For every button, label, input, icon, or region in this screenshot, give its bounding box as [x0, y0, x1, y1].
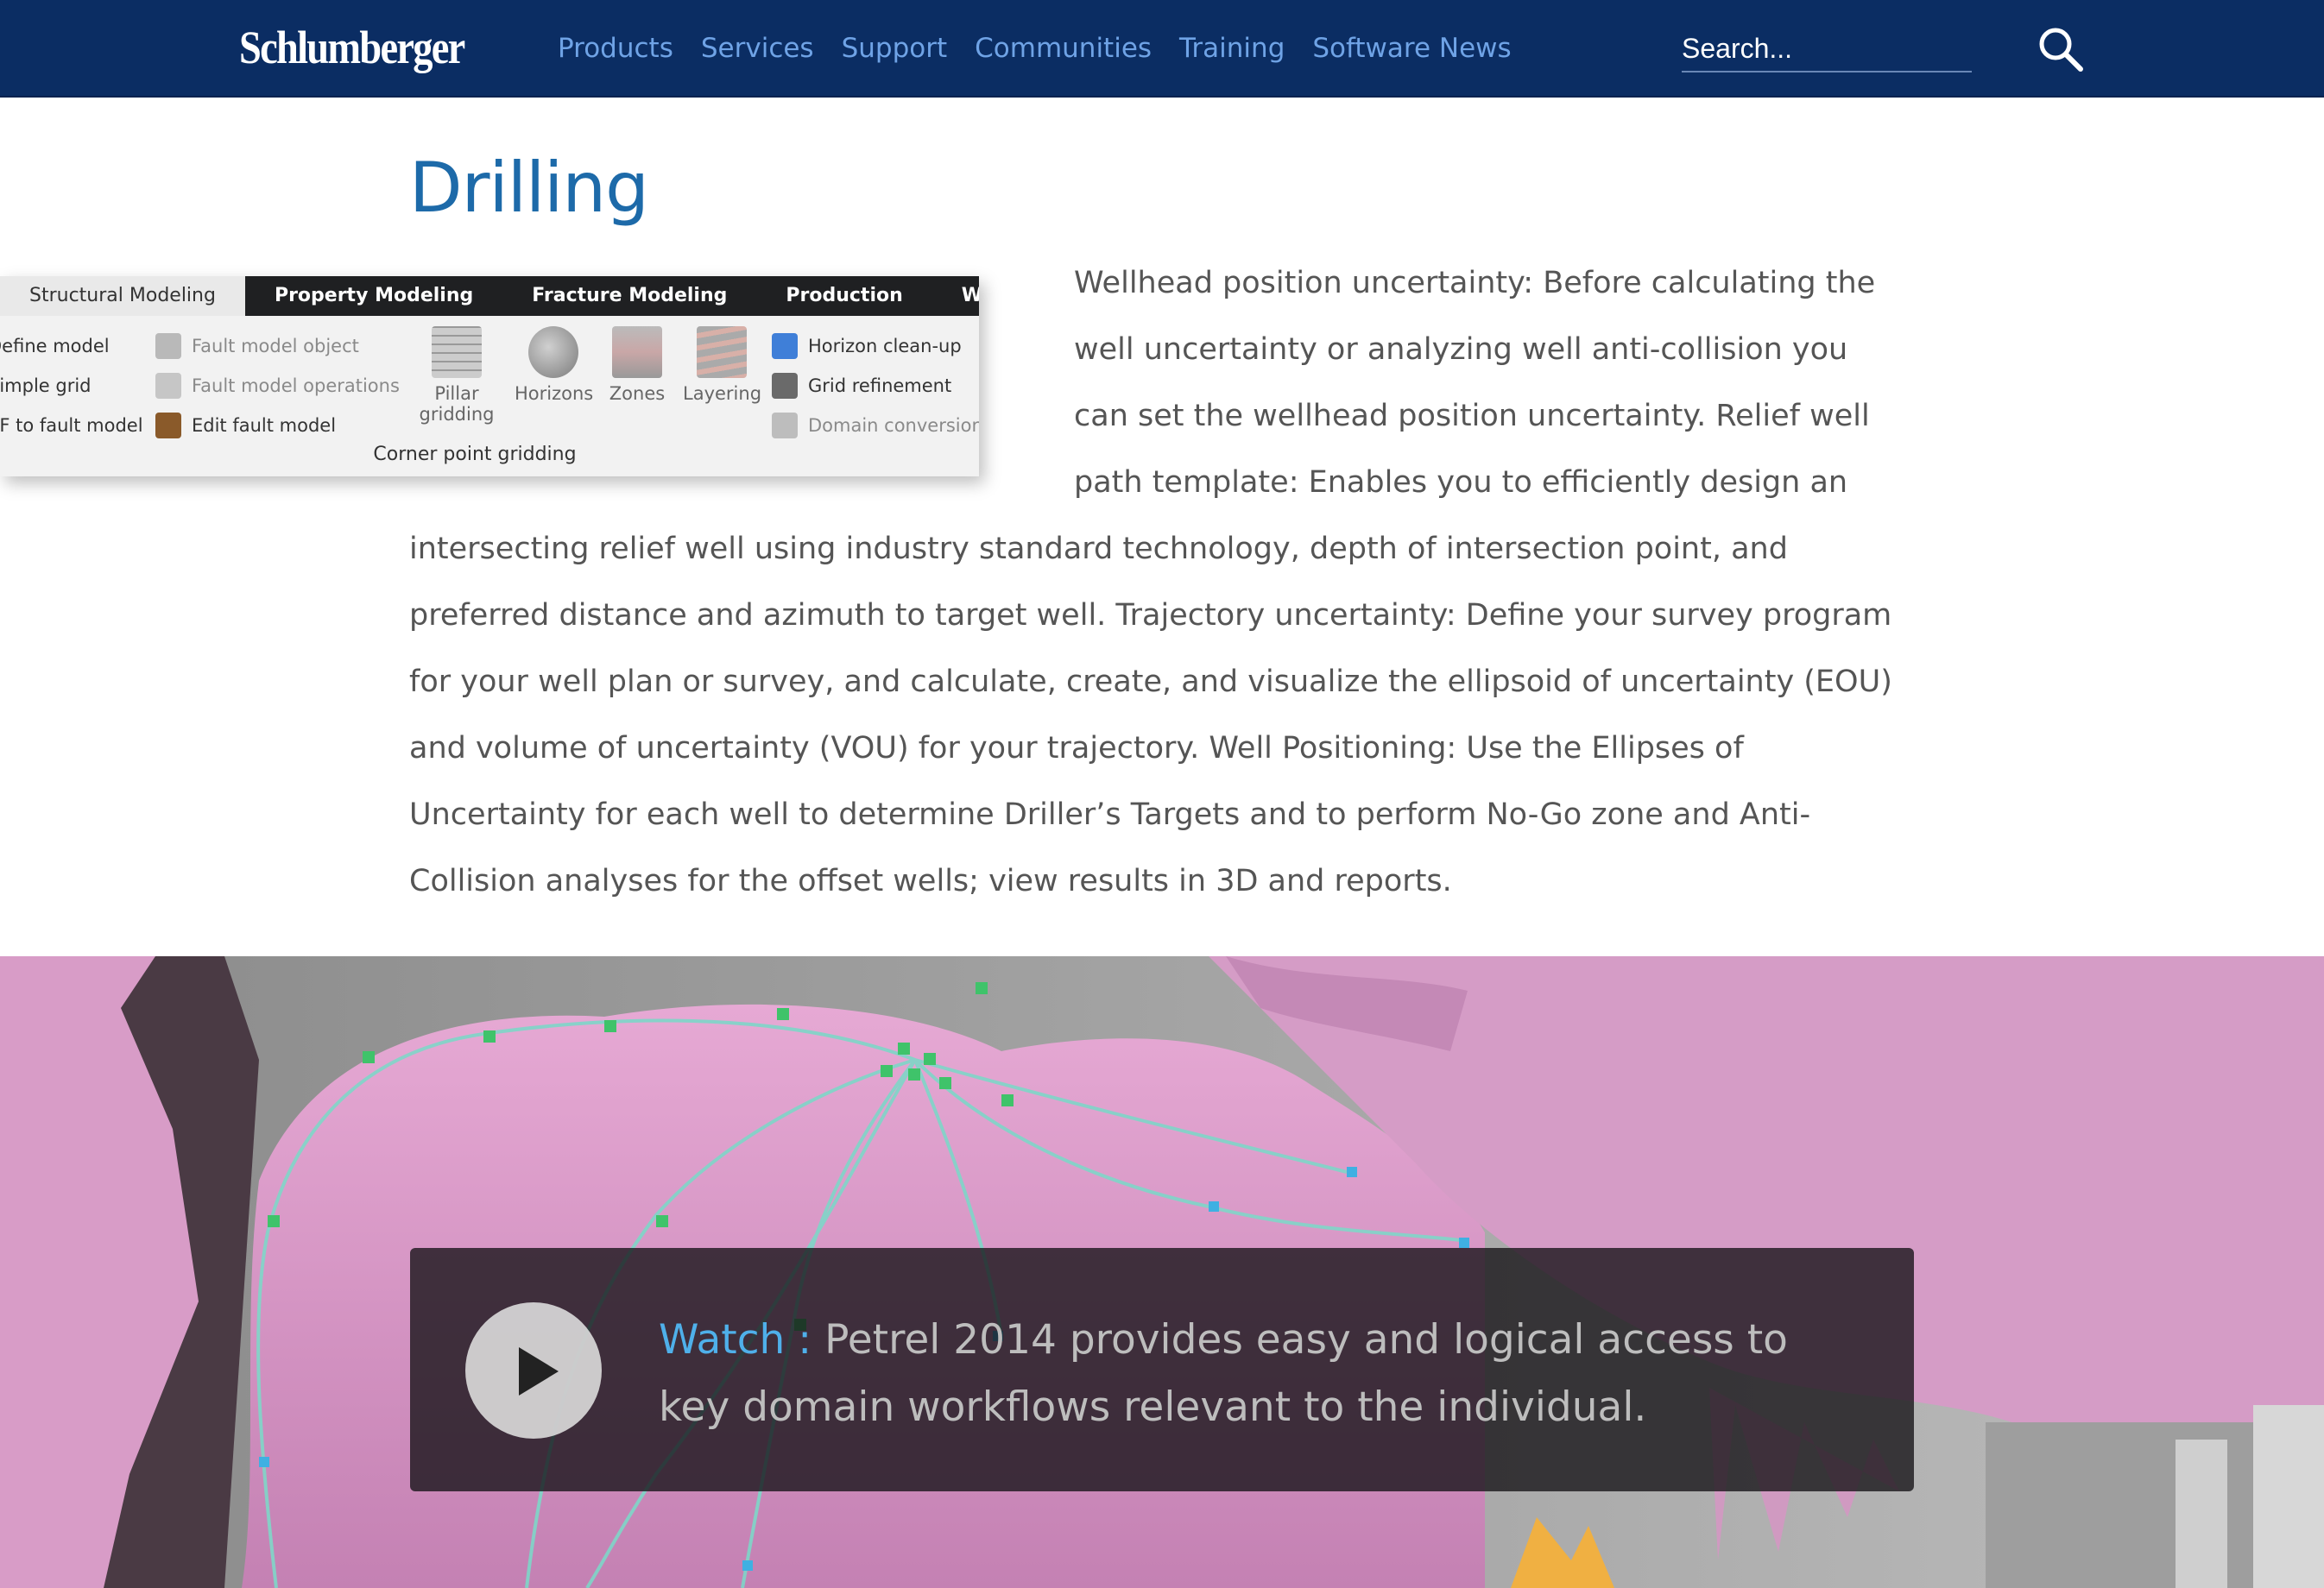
watch-description-text: Petrel 2014 provides easy and logical ac… [659, 1316, 1788, 1431]
video-promo-banner[interactable]: Watch : Petrel 2014 provides easy and lo… [410, 1248, 1914, 1491]
ribbon-item: Simple grid [0, 375, 92, 396]
play-video-button[interactable] [465, 1302, 602, 1439]
image-float-spacer [409, 250, 1074, 516]
search-icon [2039, 28, 2083, 72]
play-icon [519, 1347, 559, 1396]
page-title: Drilling [409, 148, 649, 228]
nav-support[interactable]: Support [842, 24, 948, 72]
ribbon-fault-group: Fault model object Fault model operation… [155, 326, 400, 445]
search-button[interactable] [2036, 24, 2086, 74]
nav-software-news[interactable]: Software News [1312, 24, 1511, 72]
search-input[interactable] [1682, 26, 1972, 72]
nav-training[interactable]: Training [1179, 24, 1285, 72]
top-navigation-bar: Schlumberger Products Services Support C… [0, 0, 2324, 98]
drilling-description: Wellhead position uncertainty: Before ca… [409, 250, 1894, 915]
ribbon-item: Fault model object [155, 326, 400, 366]
ribbon-item: Fault model operations [155, 366, 400, 406]
ribbon-left-group: Define model Simple grid SF to fault mod… [0, 326, 143, 445]
nav-services[interactable]: Services [701, 24, 814, 72]
watch-label: Watch : [659, 1316, 812, 1364]
nav-communities[interactable]: Communities [975, 24, 1152, 72]
main-nav: Products Services Support Communities Tr… [558, 24, 1539, 72]
fault-operations-icon [155, 373, 181, 399]
nav-products[interactable]: Products [558, 24, 673, 72]
ribbon-item: SF to fault model [0, 415, 143, 436]
edit-fault-icon [155, 413, 181, 438]
fault-object-icon [155, 333, 181, 359]
video-description: Watch : Petrel 2014 provides easy and lo… [659, 1307, 1850, 1441]
ribbon-item: Edit fault model [155, 406, 400, 445]
ribbon-tab-structural-modeling: Structural Modeling [0, 276, 245, 316]
schlumberger-logo[interactable]: Schlumberger [239, 17, 465, 78]
ribbon-item: Define model [0, 336, 110, 356]
